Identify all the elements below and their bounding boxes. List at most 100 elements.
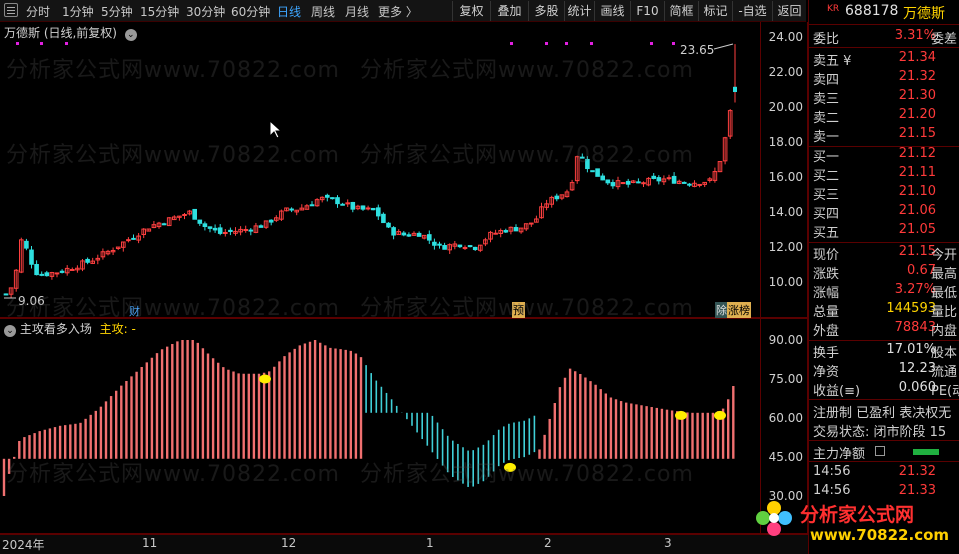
candle-body — [85, 258, 90, 263]
f10-button[interactable]: F10 — [630, 1, 664, 21]
candle-body — [406, 234, 412, 237]
candle-body — [217, 227, 223, 234]
candle-body — [39, 273, 45, 276]
candle-body — [289, 208, 294, 211]
period-tab-daily[interactable]: 日线 — [277, 3, 301, 20]
market-badge: KR — [827, 4, 840, 14]
bid-row-value: 21.06 — [898, 203, 936, 218]
webi-row: 委比 3.31% 委差 — [809, 28, 959, 47]
period-tab-15min[interactable]: 15分钟 — [140, 3, 179, 20]
period-tab-30min[interactable]: 30分钟 — [186, 3, 225, 20]
tick-row-value: 21.32 — [898, 464, 936, 479]
candle-body — [376, 207, 381, 217]
fundamental-row: 净资 12.23 流通 — [809, 361, 959, 380]
event-marker-earnings[interactable]: 财 — [129, 303, 140, 319]
quote-row-label: 涨跌 — [813, 267, 840, 282]
bid-row-value: 21.05 — [898, 222, 936, 237]
event-marker-limitup[interactable]: 涨榜 — [727, 302, 751, 318]
webi-value: 3.31% — [894, 28, 936, 43]
date-axis: 2024年 11 12 1 2 3 — [0, 534, 808, 554]
multi-stock-button[interactable]: 多股 — [528, 1, 564, 21]
quote-row-tail: 内盘 — [931, 324, 958, 339]
event-marker-forecast[interactable]: 预 — [512, 302, 525, 318]
entry-signal-marker — [259, 374, 271, 384]
quote-row: 现价 21.15 今开 — [809, 244, 959, 263]
candle-body — [182, 213, 187, 216]
candle-body — [161, 223, 167, 226]
quote-row-value: 78843 — [894, 320, 936, 335]
candle-body — [212, 227, 218, 231]
ask-row-label: 卖二 — [813, 111, 840, 126]
candle-body — [340, 203, 345, 206]
stock-name[interactable]: 万德斯 — [903, 3, 945, 23]
date-tick: 2 — [544, 536, 552, 550]
back-button[interactable]: 返回 — [772, 1, 806, 21]
list-icon[interactable] — [875, 446, 885, 456]
draw-line-button[interactable]: 画线 — [594, 1, 630, 21]
candle-body — [386, 222, 391, 228]
kline-chart[interactable] — [0, 22, 760, 318]
ask-row: 卖五 ¥ 21.34 — [809, 50, 959, 69]
quote-row: 涨幅 3.27% 最低 — [809, 282, 959, 301]
quote-row-tail: 最低 — [931, 286, 958, 301]
candle-body — [258, 225, 264, 228]
quote-row: 外盘 78843 内盘 — [809, 320, 959, 339]
stock-tags: 注册制 已盈利 表决权无 — [813, 406, 952, 421]
stock-code[interactable]: 688178 — [845, 3, 898, 19]
bid-row-value: 21.11 — [898, 165, 936, 180]
candle-body — [416, 232, 422, 237]
mark-button[interactable]: 标记 — [698, 1, 732, 21]
quote-row-label: 现价 — [813, 248, 840, 263]
candle-body — [3, 293, 9, 296]
candle-body — [243, 229, 248, 232]
webi-tail-label: 委差 — [931, 32, 958, 47]
candle-body — [325, 194, 330, 198]
fundamental-row-label: 换手 — [813, 346, 840, 361]
candle-body — [131, 237, 136, 240]
signal-dot — [590, 42, 593, 45]
ask-row: 卖一 21.15 — [809, 126, 959, 145]
overlay-button[interactable]: 叠加 — [490, 1, 528, 21]
indicator-tick: 45.00 — [768, 450, 803, 464]
toolbar-menu-icon[interactable] — [4, 3, 18, 17]
fundamental-row: 收益(≡)0.060PE(动 — [809, 380, 959, 399]
candle-body — [666, 177, 672, 180]
ask-row-label: 卖五 ¥ — [813, 54, 852, 69]
indicator-tick: 60.00 — [768, 411, 803, 425]
signal-dot — [650, 42, 653, 45]
signal-dot — [565, 42, 568, 45]
period-tab-more[interactable]: 更多 〉 — [378, 3, 418, 20]
restore-rights-button[interactable]: 复权 — [452, 1, 490, 21]
quote-row-value: 144593 — [886, 301, 936, 316]
simple-frame-button[interactable]: 简框 — [664, 1, 698, 21]
candle-body — [59, 270, 65, 273]
flower-logo-icon — [756, 501, 792, 536]
capital-flow-row[interactable]: 主力净额 — [809, 443, 959, 462]
candle-body — [360, 205, 366, 210]
candle-body — [513, 227, 519, 232]
quote-row-tail: 今开 — [931, 248, 958, 263]
period-tab-5min[interactable]: 5分钟 — [101, 3, 133, 20]
remove-watchlist-button[interactable]: -自选 — [732, 1, 772, 21]
candle-body — [54, 272, 60, 275]
indicator-tick: 75.00 — [768, 372, 803, 386]
candle-body — [44, 272, 50, 277]
period-tab-60min[interactable]: 60分钟 — [231, 3, 270, 20]
price-axis: 24.00 22.00 20.00 18.00 16.00 14.00 12.0… — [760, 22, 808, 318]
period-tab-weekly[interactable]: 周线 — [311, 3, 335, 20]
period-tab-1min[interactable]: 1分钟 — [62, 3, 94, 20]
signal-dot — [510, 42, 513, 45]
price-tick: 12.00 — [768, 240, 803, 254]
capital-flow-label: 主力净额 — [813, 447, 866, 462]
statistics-button[interactable]: 统计 — [564, 1, 594, 21]
date-tick: 12 — [281, 536, 297, 550]
candle-body — [29, 249, 34, 265]
candle-body — [457, 244, 463, 248]
period-tab-fenshi[interactable]: 分时 — [26, 3, 50, 20]
entry-signal-marker — [504, 462, 516, 472]
fundamental-row-label: 净资 — [813, 365, 840, 380]
period-tab-monthly[interactable]: 月线 — [345, 3, 369, 20]
candle-body — [503, 230, 509, 233]
indicator-chart[interactable] — [0, 318, 760, 534]
candle-body — [248, 229, 254, 232]
